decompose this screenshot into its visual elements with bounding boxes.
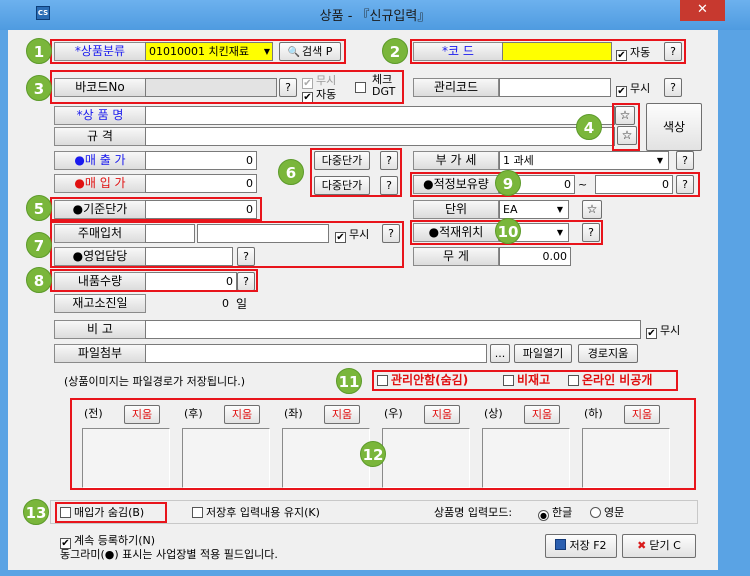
sale-price-label: ●매 출 가 bbox=[54, 151, 146, 170]
weight-label: 무 게 bbox=[413, 247, 499, 266]
badge-6: 6 bbox=[278, 159, 304, 185]
highlight-hide-purchase bbox=[55, 502, 167, 523]
keep-input-checkbox[interactable]: 저장후 입력내용 유지(K) bbox=[192, 506, 320, 519]
mgmt-code-input[interactable] bbox=[499, 78, 611, 97]
check-icon: ✔ bbox=[616, 86, 627, 97]
badge-9: 9 bbox=[495, 170, 521, 196]
remarks-label: 비 고 bbox=[54, 320, 146, 339]
badge-3: 3 bbox=[26, 75, 52, 101]
highlight-stars bbox=[612, 103, 640, 151]
badge-13: 13 bbox=[23, 499, 49, 525]
highlight-base-price bbox=[50, 197, 262, 221]
mgmt-code-help-button[interactable]: ? bbox=[664, 78, 682, 97]
highlight-delivery-qty bbox=[50, 269, 258, 292]
stock-days-label: 재고소진일 bbox=[54, 294, 146, 313]
product-name-label: *상 품 명 bbox=[54, 106, 146, 125]
remarks-input[interactable] bbox=[145, 320, 641, 339]
english-radio[interactable]: 영문 bbox=[590, 506, 624, 519]
dialog-body: *상품분류 01010001 치킨재료 ▼ 🔍 검색 P *코 드 ✔ 자동 ? 바코… bbox=[8, 30, 718, 570]
save-disk-icon bbox=[555, 539, 567, 550]
badge-8: 8 bbox=[26, 267, 52, 293]
highlight-flags bbox=[372, 370, 678, 391]
mgmt-code-label: 관리코드 bbox=[413, 78, 499, 97]
weight-input[interactable]: 0.00 bbox=[499, 247, 571, 266]
stock-days-input[interactable]: 0 bbox=[145, 294, 233, 313]
product-name-input[interactable] bbox=[145, 106, 615, 125]
highlight-category bbox=[50, 39, 346, 64]
unit-select[interactable]: EA ▼ bbox=[499, 200, 569, 219]
badge-4: 4 bbox=[576, 114, 602, 140]
badge-2: 2 bbox=[382, 38, 408, 64]
badge-7: 7 bbox=[26, 232, 52, 258]
attach-label: 파일첨부 bbox=[54, 344, 146, 363]
badge-10: 10 bbox=[495, 218, 521, 244]
highlight-barcode bbox=[50, 70, 404, 104]
highlight-code bbox=[410, 39, 686, 64]
badge-1: 1 bbox=[26, 38, 52, 64]
open-file-button[interactable]: 파일열기 bbox=[514, 344, 572, 363]
close-button[interactable]: ✖ 닫기 C bbox=[622, 534, 696, 558]
spec-label: 규 격 bbox=[54, 127, 146, 146]
mgmt-code-ignore-checkbox[interactable]: ✔ 무시 bbox=[616, 82, 650, 97]
attach-path-input[interactable] bbox=[145, 344, 487, 363]
window-frame: CS 상품 - 『신규입력』 ✕ *상품분류 01010001 치킨재료 ▼ 🔍 검… bbox=[0, 0, 750, 576]
title-bar: CS 상품 - 『신규입력』 ✕ bbox=[0, 0, 750, 30]
window-title: 상품 - 『신규입력』 bbox=[319, 9, 431, 24]
vat-help-button[interactable]: ? bbox=[676, 151, 694, 170]
vat-select[interactable]: 1 과세 ▼ bbox=[499, 151, 669, 170]
unit-label: 단위 bbox=[413, 200, 499, 219]
stock-days-unit: 일 bbox=[236, 297, 248, 311]
sale-price-input[interactable]: 0 bbox=[145, 151, 257, 170]
footer-note: 동그라미(●) 표시는 사업장별 적용 필드입니다. bbox=[60, 548, 278, 561]
highlight-images bbox=[70, 398, 696, 490]
korean-radio[interactable]: ● 한글 bbox=[538, 506, 572, 521]
chevron-down-icon: ▼ bbox=[656, 156, 664, 165]
purchase-price-label: ●매 입 가 bbox=[54, 174, 146, 193]
close-icon: ✖ bbox=[637, 539, 647, 552]
highlight-supplier bbox=[50, 221, 404, 268]
radio-dot-icon: ● bbox=[538, 510, 549, 521]
check-icon: ✔ bbox=[646, 328, 657, 339]
purchase-price-input[interactable]: 0 bbox=[145, 174, 257, 193]
remarks-ignore-checkbox[interactable]: ✔ 무시 bbox=[646, 324, 680, 339]
badge-12: 12 bbox=[360, 441, 386, 467]
vat-label: 부 가 세 bbox=[413, 151, 499, 170]
clear-path-button[interactable]: 경로지움 bbox=[578, 344, 638, 363]
input-mode-label: 상품명 입력모드: bbox=[434, 506, 513, 519]
color-button[interactable]: 색상 bbox=[646, 103, 702, 151]
badge-5: 5 bbox=[26, 195, 52, 221]
highlight-multi-price bbox=[310, 148, 402, 197]
spec-input[interactable] bbox=[145, 127, 615, 146]
chevron-down-icon: ▼ bbox=[556, 205, 564, 214]
unit-star-button[interactable]: ☆ bbox=[582, 200, 602, 219]
badge-11: 11 bbox=[336, 368, 362, 394]
save-button[interactable]: 저장 F2 bbox=[545, 534, 617, 558]
close-window-button[interactable]: ✕ bbox=[680, 0, 725, 21]
image-note: (상품이미지는 파일경로가 저장됩니다.) bbox=[64, 375, 245, 388]
highlight-proper-stock bbox=[410, 172, 700, 197]
continue-checkbox[interactable]: ✔ 계속 등록하기(N) bbox=[60, 534, 155, 549]
browse-button[interactable]: ... bbox=[490, 344, 510, 363]
